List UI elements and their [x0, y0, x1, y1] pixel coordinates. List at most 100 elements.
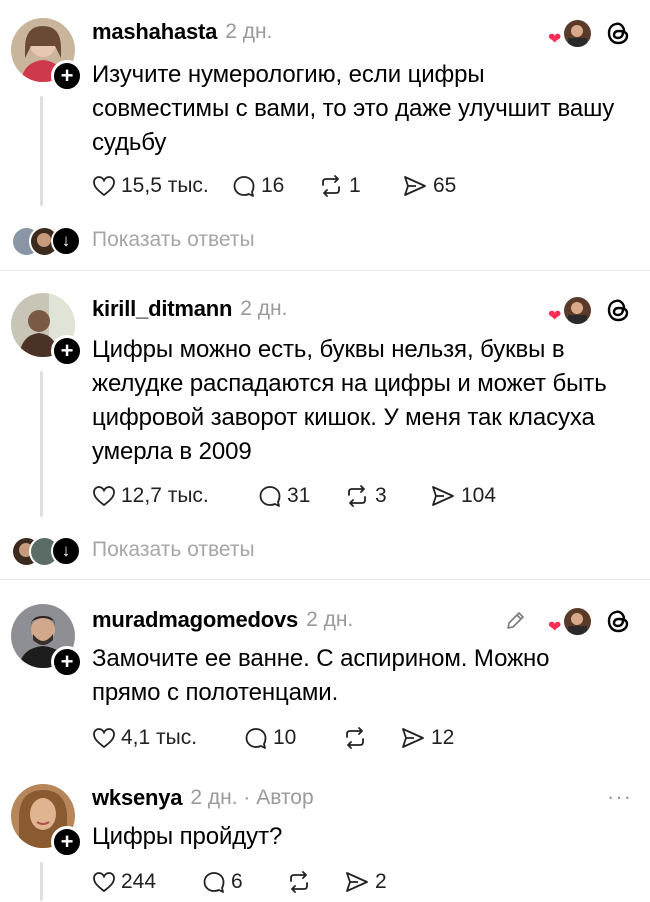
thread-post: + kirill_ditmann 2 дн. ❤ Цифры можно ест… [0, 271, 650, 579]
share-button[interactable]: 104 [430, 484, 496, 508]
liker-avatar [562, 18, 593, 49]
repost-icon [322, 175, 340, 197]
like-count: 15,5 тыс. [121, 174, 209, 197]
username[interactable]: muradmagomedovs [92, 607, 298, 633]
post-time: 2 дн. [240, 297, 288, 320]
post-actions: 244 6 2 [92, 862, 387, 902]
comment-count: 10 [273, 726, 297, 749]
comment-button[interactable]: 31 [258, 484, 344, 508]
post-header: mashahasta 2 дн. [92, 14, 272, 50]
post-meta-right: ❤ [504, 606, 632, 637]
comment-icon [203, 872, 225, 893]
show-replies-link[interactable]: Показать ответы [92, 228, 255, 252]
threads-logo-icon[interactable] [604, 296, 632, 324]
post-meta-right: ❤ [548, 18, 632, 49]
heart-badge-icon: ❤ [548, 308, 562, 325]
like-button[interactable]: 4,1 тыс. [92, 726, 244, 750]
heart-icon [93, 872, 115, 893]
post-actions: 15,5 тыс. 16 1 65 [92, 166, 456, 206]
post-header: wksenya 2 дн. · Автор [92, 780, 314, 816]
post-time: 2 дн. [306, 608, 354, 631]
show-replies-row[interactable]: ↓ Показать ответы [0, 220, 650, 260]
post-time: 2 дн. [225, 20, 273, 43]
comment-icon [245, 728, 267, 749]
thread-line [40, 862, 43, 901]
share-button[interactable]: 12 [400, 726, 454, 750]
liked-by-avatars[interactable]: ❤ [548, 295, 594, 326]
share-icon [402, 728, 424, 748]
comment-icon [233, 176, 255, 197]
post-actions: 4,1 тыс. 10 12 [92, 718, 454, 758]
follow-plus-icon[interactable]: + [51, 60, 83, 92]
repost-count: 3 [375, 484, 387, 507]
comment-button[interactable]: 16 [232, 174, 318, 198]
post-text: Изучите нумерологию, если цифры совмести… [92, 61, 615, 156]
like-button[interactable]: 12,7 тыс. [92, 484, 258, 508]
share-count: 2 [375, 870, 387, 893]
post-header: kirill_ditmann 2 дн. [92, 291, 287, 327]
show-replies-row[interactable]: ↓ Показать ответы [0, 530, 650, 570]
comment-count: 6 [231, 870, 243, 893]
repost-icon [348, 485, 366, 507]
show-replies-link[interactable]: Показать ответы [92, 538, 255, 562]
post-text: Цифры пройдут? [92, 823, 283, 850]
share-count: 65 [433, 174, 457, 197]
repost-icon [346, 727, 364, 749]
pencil-icon[interactable] [504, 610, 526, 632]
repost-button[interactable] [342, 726, 400, 750]
heart-badge-icon: ❤ [548, 619, 562, 636]
like-button[interactable]: 15,5 тыс. [92, 174, 232, 198]
comment-icon [259, 486, 281, 507]
thread-line [40, 96, 43, 206]
thread-post: + muradmagomedovs 2 дн. ❤ Замочите ее ва… [0, 580, 650, 770]
comment-count: 31 [287, 484, 311, 507]
follow-plus-icon[interactable]: + [51, 335, 83, 367]
threads-logo-icon[interactable] [604, 19, 632, 47]
liked-by-avatars[interactable]: ❤ [548, 606, 594, 637]
share-button[interactable]: 2 [344, 870, 387, 894]
liker-avatar [562, 606, 593, 637]
heart-icon [93, 176, 115, 197]
like-button[interactable]: 244 [92, 870, 202, 894]
like-count: 4,1 тыс. [121, 726, 198, 749]
liker-avatar [562, 295, 593, 326]
repost-button[interactable]: 1 [318, 174, 402, 198]
liked-by-avatars[interactable]: ❤ [548, 18, 594, 49]
arrow-down-icon: ↓ [51, 226, 81, 256]
reply-avatars: ↓ [11, 225, 81, 257]
heart-icon [93, 728, 115, 749]
follow-plus-icon[interactable]: + [51, 646, 83, 678]
threads-logo-icon[interactable] [604, 607, 632, 635]
comment-count: 16 [261, 174, 285, 197]
follow-plus-icon[interactable]: + [51, 826, 83, 858]
reply-avatars: ↓ [11, 535, 81, 567]
share-button[interactable]: 65 [402, 174, 456, 198]
thread-post: + mashahasta 2 дн. ❤ Изучите нумерологию… [0, 0, 650, 270]
username[interactable]: mashahasta [92, 19, 217, 45]
thread-post: + wksenya 2 дн. · Автор ··· Цифры пройду… [0, 770, 650, 901]
post-actions: 12,7 тыс. 31 3 104 [92, 476, 496, 516]
comment-button[interactable]: 10 [244, 726, 342, 750]
repost-button[interactable] [286, 870, 344, 894]
username[interactable]: kirill_ditmann [92, 296, 232, 322]
share-count: 104 [461, 484, 497, 507]
post-meta-right: ··· [607, 784, 632, 810]
repost-icon [290, 871, 308, 893]
like-count: 12,7 тыс. [121, 484, 209, 507]
repost-count: 1 [349, 174, 361, 197]
comment-button[interactable]: 6 [202, 870, 286, 894]
post-text: Цифры можно есть, буквы нельзя, буквы в … [92, 336, 607, 465]
heart-badge-icon: ❤ [548, 31, 562, 48]
arrow-down-icon: ↓ [51, 536, 81, 566]
post-text: Замочите ее ванне. С аспирином. Можно пр… [92, 645, 550, 706]
thread-line [40, 371, 43, 517]
heart-icon [93, 486, 115, 507]
repost-button[interactable]: 3 [344, 484, 430, 508]
username[interactable]: wksenya [92, 785, 183, 811]
more-options-icon[interactable]: ··· [607, 784, 632, 810]
post-header: muradmagomedovs 2 дн. [92, 602, 353, 638]
like-count: 244 [121, 870, 157, 893]
post-meta-right: ❤ [548, 295, 632, 326]
share-icon [346, 872, 368, 892]
post-time: 2 дн. · Автор [190, 786, 314, 809]
